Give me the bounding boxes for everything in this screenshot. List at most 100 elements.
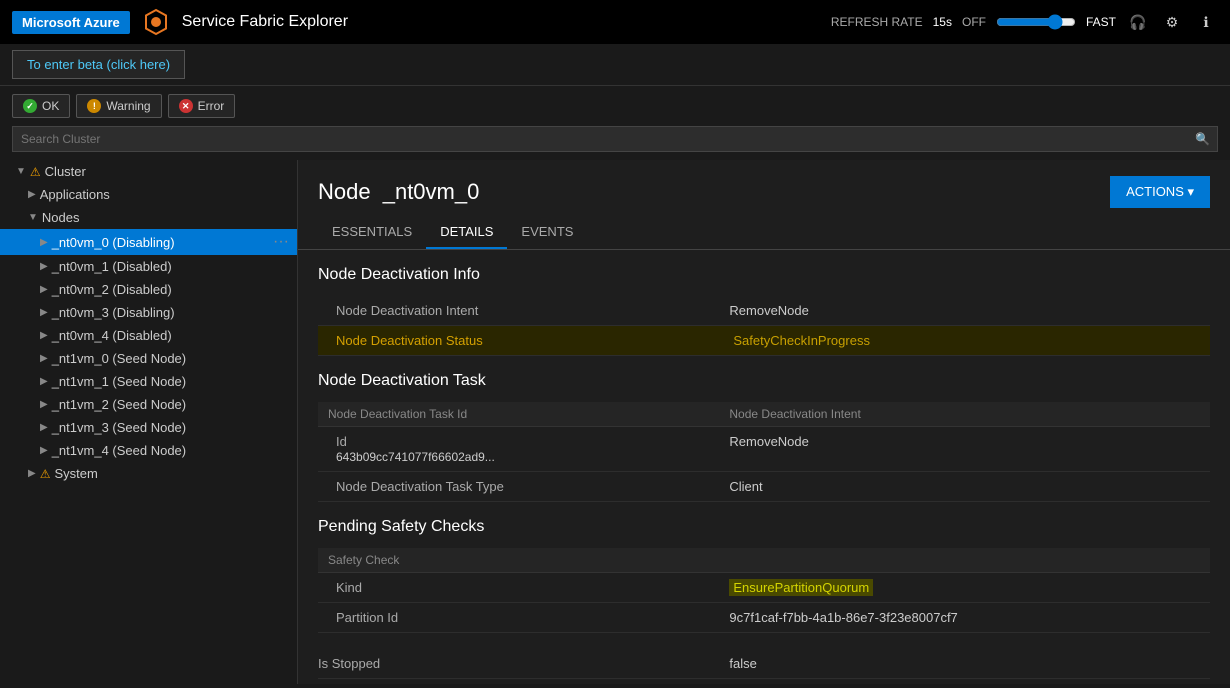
node-down-time-row: Node Down Time In Seconds 0	[318, 679, 1210, 685]
deactivation-task-title: Node Deactivation Task	[318, 372, 1210, 390]
partition-key: Partition Id	[318, 603, 719, 633]
task-id-key: Id	[336, 434, 347, 449]
searchbar: 🔍	[0, 126, 1230, 160]
applications-arrow: ▶	[28, 189, 36, 200]
sidebar-item-nodes[interactable]: ▼ Nodes	[0, 206, 297, 229]
ok-dot: ✓	[23, 99, 37, 113]
partition-val: 9c7f1caf-f7bb-4a1b-86e7-3f23e8007cf7	[719, 603, 1210, 633]
node2-arrow: ▶	[40, 284, 48, 295]
tab-events[interactable]: EVENTS	[507, 216, 587, 249]
task-id-val: 643b09cc741077f66602ad9...	[336, 450, 495, 464]
sidebar-item-node-4[interactable]: ▶ _nt0vm_4 (Disabled)	[0, 324, 297, 347]
sidebar-item-node-9[interactable]: ▶ _nt1vm_4 (Seed Node)	[0, 439, 297, 462]
node-down-time-key: Node Down Time In Seconds	[318, 679, 719, 685]
deactivation-status-val: SafetyCheckInProgress	[719, 326, 1210, 356]
error-button[interactable]: ✕ Error	[168, 94, 236, 118]
sidebar: ▼ ⚠ Cluster ▶ Applications ▼ Nodes ▶ _nt…	[0, 160, 298, 684]
sidebar-item-system[interactable]: ▶ ⚠ System	[0, 462, 297, 485]
safety-check-header: Safety Check	[318, 548, 719, 573]
node4-label: _nt0vm_4 (Disabled)	[52, 328, 289, 343]
sidebar-item-applications[interactable]: ▶ Applications	[0, 183, 297, 206]
deactivation-status-key: Node Deactivation Status	[318, 326, 719, 356]
node6-label: _nt1vm_1 (Seed Node)	[52, 374, 289, 389]
node0-dots[interactable]: ···	[273, 233, 289, 251]
kind-val: EnsurePartitionQuorum	[719, 573, 1210, 603]
topbar-right: REFRESH RATE 15s OFF FAST 🎧 ⚙ ℹ	[831, 10, 1218, 34]
info-icon[interactable]: ℹ	[1194, 10, 1218, 34]
refresh-fast: FAST	[1086, 15, 1116, 29]
ok-label: OK	[42, 99, 59, 113]
sidebar-item-node-8[interactable]: ▶ _nt1vm_3 (Seed Node)	[0, 416, 297, 439]
node3-arrow: ▶	[40, 307, 48, 318]
nodes-arrow: ▼	[28, 212, 38, 223]
deactivation-info-title: Node Deactivation Info	[318, 266, 1210, 284]
ok-button[interactable]: ✓ OK	[12, 94, 70, 118]
beta-link[interactable]: To enter beta (click here)	[12, 50, 185, 79]
kind-row: Kind EnsurePartitionQuorum	[318, 573, 1210, 603]
system-label: System	[54, 466, 289, 481]
deactivation-task-table: Node Deactivation Task Id Node Deactivat…	[318, 402, 1210, 502]
node-prefix: Node	[318, 179, 371, 204]
actions-button[interactable]: ACTIONS ▾	[1110, 176, 1210, 208]
details-panel: Node Deactivation Info Node Deactivation…	[298, 250, 1230, 684]
tab-essentials[interactable]: ESSENTIALS	[318, 216, 426, 249]
refresh-label: REFRESH RATE	[831, 15, 923, 29]
is-stopped-key: Is Stopped	[318, 649, 719, 679]
sidebar-item-cluster[interactable]: ▼ ⚠ Cluster	[0, 160, 297, 183]
sidebar-item-node-7[interactable]: ▶ _nt1vm_2 (Seed Node)	[0, 393, 297, 416]
warn-label: Warning	[106, 99, 150, 113]
refresh-value: 15s	[933, 15, 952, 29]
layout: ▼ ⚠ Cluster ▶ Applications ▼ Nodes ▶ _nt…	[0, 160, 1230, 684]
azure-logo: Microsoft Azure	[12, 11, 130, 34]
task-id-header: Node Deactivation Task Id	[318, 402, 719, 427]
err-dot: ✕	[179, 99, 193, 113]
refresh-off: OFF	[962, 15, 986, 29]
cluster-warn-icon: ⚠	[30, 165, 41, 179]
search-icon: 🔍	[1195, 132, 1210, 146]
deactivation-status-badge: SafetyCheckInProgress	[729, 332, 874, 349]
task-type-row: Node Deactivation Task Type Client	[318, 472, 1210, 502]
node0-label: _nt0vm_0 (Disabling)	[52, 235, 273, 250]
node0-arrow: ▶	[40, 237, 48, 248]
node1-label: _nt0vm_1 (Disabled)	[52, 259, 289, 274]
statusbar: ✓ OK ! Warning ✕ Error	[0, 86, 1230, 126]
deactivation-intent-key: Node Deactivation Intent	[318, 296, 719, 326]
system-warn-icon: ⚠	[40, 467, 51, 481]
task-type-val: Client	[719, 472, 1210, 502]
is-stopped-val: false	[719, 649, 1210, 679]
headset-icon[interactable]: 🎧	[1126, 10, 1150, 34]
sidebar-item-node-0[interactable]: ▶ _nt0vm_0 (Disabling) ···	[0, 229, 297, 255]
safety-check-header-row: Safety Check	[318, 548, 1210, 573]
settings-icon[interactable]: ⚙	[1160, 10, 1184, 34]
node9-label: _nt1vm_4 (Seed Node)	[52, 443, 289, 458]
sidebar-item-node-3[interactable]: ▶ _nt0vm_3 (Disabling)	[0, 301, 297, 324]
node7-label: _nt1vm_2 (Seed Node)	[52, 397, 289, 412]
warning-button[interactable]: ! Warning	[76, 94, 161, 118]
refresh-slider[interactable]	[996, 14, 1076, 30]
cluster-label: Cluster	[45, 164, 289, 179]
deactivation-intent-val: RemoveNode	[719, 296, 1210, 326]
sidebar-item-node-1[interactable]: ▶ _nt0vm_1 (Disabled)	[0, 255, 297, 278]
search-input[interactable]	[12, 126, 1218, 152]
pending-safety-table: Safety Check Kind EnsurePartitionQuorum …	[318, 548, 1210, 633]
node8-arrow: ▶	[40, 422, 48, 433]
task-id-row: Id 643b09cc741077f66602ad9... RemoveNode	[318, 427, 1210, 472]
deactivation-status-row: Node Deactivation Status SafetyCheckInPr…	[318, 326, 1210, 356]
partition-row: Partition Id 9c7f1caf-f7bb-4a1b-86e7-3f2…	[318, 603, 1210, 633]
node8-label: _nt1vm_3 (Seed Node)	[52, 420, 289, 435]
sidebar-item-node-2[interactable]: ▶ _nt0vm_2 (Disabled)	[0, 278, 297, 301]
kind-badge: EnsurePartitionQuorum	[729, 579, 873, 596]
sidebar-item-node-6[interactable]: ▶ _nt1vm_1 (Seed Node)	[0, 370, 297, 393]
nodes-label: Nodes	[42, 210, 289, 225]
deactivation-intent-row: Node Deactivation Intent RemoveNode	[318, 296, 1210, 326]
sidebar-item-node-5[interactable]: ▶ _nt1vm_0 (Seed Node)	[0, 347, 297, 370]
tab-details[interactable]: DETAILS	[426, 216, 507, 249]
tabs-bar: ESSENTIALS DETAILS EVENTS	[298, 216, 1230, 250]
kind-key: Kind	[318, 573, 719, 603]
node1-arrow: ▶	[40, 261, 48, 272]
bottom-fields-table: Is Stopped false Node Down Time In Secon…	[318, 649, 1210, 684]
task-type-key: Node Deactivation Task Type	[318, 472, 719, 502]
node-down-time-val: 0	[719, 679, 1210, 685]
node9-arrow: ▶	[40, 445, 48, 456]
node3-label: _nt0vm_3 (Disabling)	[52, 305, 289, 320]
